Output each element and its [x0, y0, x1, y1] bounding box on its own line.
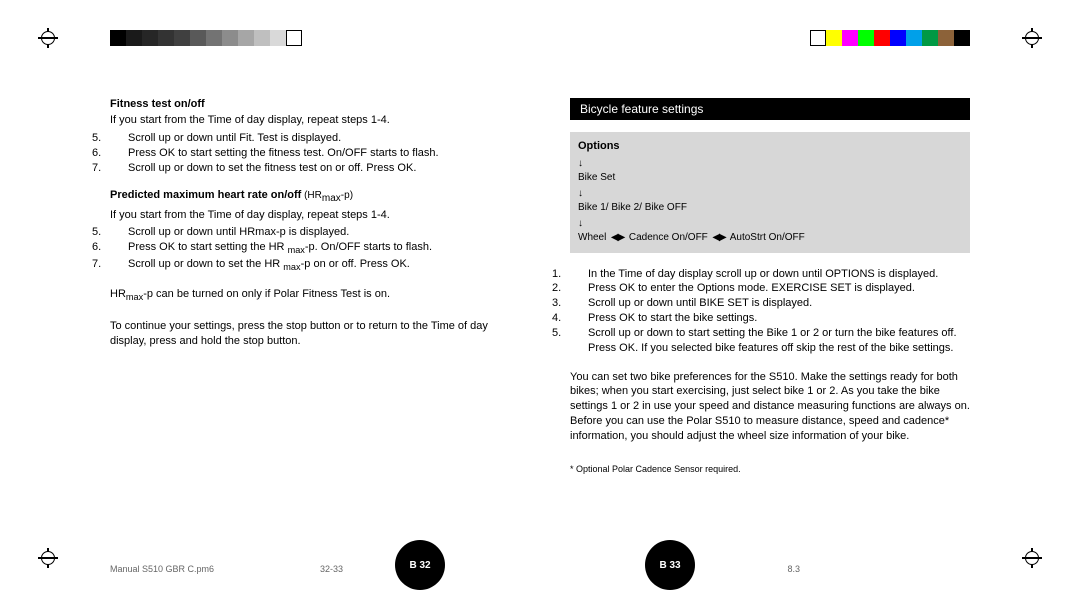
footer-page-range: 32-33: [320, 564, 343, 574]
step-text: Press OK to start setting the fitness te…: [128, 147, 439, 159]
registration-mark: [38, 28, 58, 48]
intro-text: If you start from the Time of day displa…: [110, 113, 510, 128]
step-text: Press OK to start setting the HR max-p. …: [128, 241, 432, 253]
step-item: 5.Scroll up or down until Fit. Test is d…: [128, 131, 510, 146]
color-bar: [810, 30, 970, 46]
double-arrow-icon: ◀▶: [711, 230, 728, 245]
options-title: Options: [578, 138, 962, 155]
step-text: Scroll up or down until BIKE SET is disp…: [588, 297, 812, 309]
step-text: Press OK to start the bike settings.: [588, 312, 757, 324]
step-item: 3.Scroll up or down until BIKE SET is di…: [588, 296, 970, 311]
right-page: Bicycle feature settings Options ↓ Bike …: [570, 98, 970, 474]
double-arrow-icon: ◀▶: [609, 230, 626, 245]
step-text: Scroll up or down to set the HR max-p on…: [128, 258, 410, 270]
page-badge-right: B 33: [645, 540, 695, 590]
body-text: You can set two bike preferences for the…: [570, 370, 970, 444]
footer-filename: Manual S510 GBR C.pm6: [110, 564, 214, 574]
options-line: Bike Set: [578, 170, 962, 185]
step-text: Scroll up or down to start setting the B…: [588, 327, 957, 354]
options-diagram: Options ↓ Bike Set ↓ Bike 1/ Bike 2/ Bik…: [570, 132, 970, 253]
step-text: Scroll up or down to set the fitness tes…: [128, 162, 416, 174]
note-text: HRmax-p can be turned on only if Polar F…: [110, 287, 510, 304]
step-item: 6.Press OK to start setting the fitness …: [128, 146, 510, 161]
step-item: 1.In the Time of day display scroll up o…: [588, 267, 970, 282]
steps-hrmax: 5.Scroll up or down until HRmax-p is dis…: [110, 225, 510, 273]
step-item: 6.Press OK to start setting the HR max-p…: [128, 240, 510, 257]
step-text: Scroll up or down until HRmax-p is displ…: [128, 226, 349, 238]
options-line: Wheel ◀▶ Cadence On/OFF ◀▶ AutoStrt On/O…: [578, 230, 962, 245]
registration-mark: [1022, 28, 1042, 48]
step-item: 7.Scroll up or down to set the HR max-p …: [128, 257, 510, 274]
step-text: Scroll up or down until Fit. Test is dis…: [128, 132, 341, 144]
steps-bike: 1.In the Time of day display scroll up o…: [570, 267, 970, 356]
heading-fitness-test: Fitness test on/off: [110, 98, 510, 110]
arrow-down-icon: ↓: [578, 216, 583, 231]
registration-mark: [1022, 548, 1042, 568]
footnote: * Optional Polar Cadence Sensor required…: [570, 464, 970, 474]
arrow-down-icon: ↓: [578, 186, 583, 201]
step-item: 5.Scroll up or down until HRmax-p is dis…: [128, 225, 510, 240]
step-item: 4.Press OK to start the bike settings.: [588, 311, 970, 326]
left-page: Fitness test on/off If you start from th…: [110, 98, 510, 474]
tail-text: To continue your settings, press the sto…: [110, 319, 510, 349]
step-text: In the Time of day display scroll up or …: [588, 268, 938, 280]
step-item: 7.Scroll up or down to set the fitness t…: [128, 161, 510, 176]
heading-hrmax: Predicted maximum heart rate on/off (HRm…: [110, 189, 510, 204]
footer-stamp: 8.3: [787, 564, 800, 574]
intro-text: If you start from the Time of day displa…: [110, 208, 510, 223]
section-heading-bicycle: Bicycle feature settings: [570, 98, 970, 120]
page-badge-left: B 32: [395, 540, 445, 590]
step-item: 5.Scroll up or down to start setting the…: [588, 326, 970, 356]
step-text: Press OK to enter the Options mode. EXER…: [588, 282, 915, 294]
page-spread: Fitness test on/off If you start from th…: [110, 98, 970, 474]
options-line: Bike 1/ Bike 2/ Bike OFF: [578, 200, 962, 215]
steps-fitness: 5.Scroll up or down until Fit. Test is d…: [110, 131, 510, 176]
arrow-down-icon: ↓: [578, 156, 583, 171]
step-item: 2.Press OK to enter the Options mode. EX…: [588, 281, 970, 296]
grayscale-bar: [110, 30, 302, 46]
registration-mark: [38, 548, 58, 568]
